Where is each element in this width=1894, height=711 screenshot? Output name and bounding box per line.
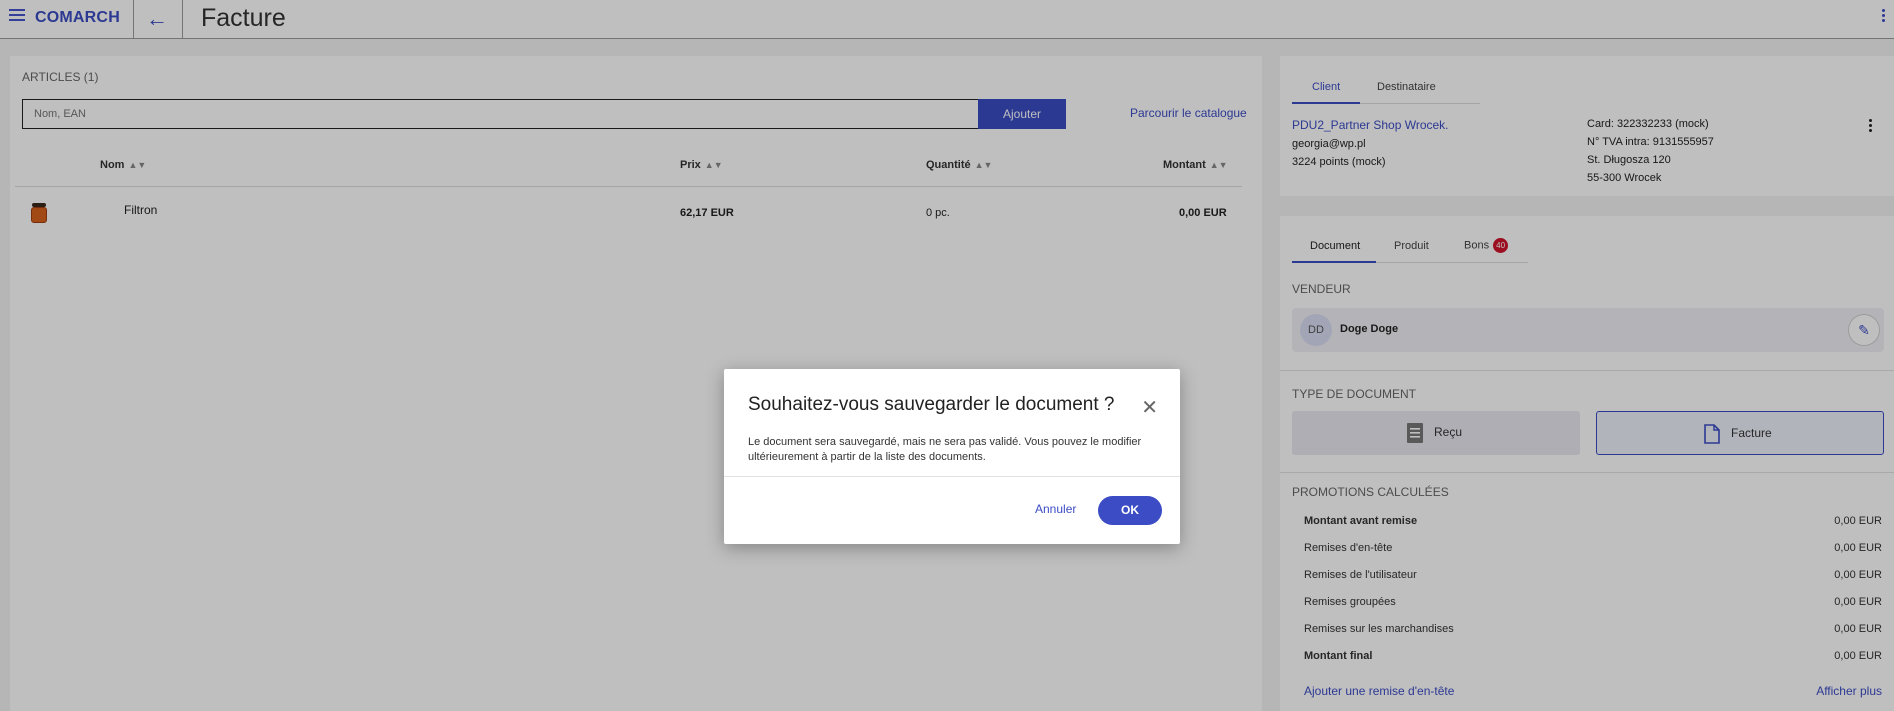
- dialog-divider: [724, 476, 1180, 477]
- dialog-message: Le document sera sauvegardé, mais ne ser…: [748, 436, 1142, 463]
- cancel-button[interactable]: Annuler: [1035, 502, 1076, 516]
- close-icon[interactable]: ✕: [1141, 395, 1158, 420]
- save-dialog: Souhaitez-vous sauvegarder le document ?…: [724, 369, 1180, 544]
- ok-button[interactable]: OK: [1098, 496, 1162, 525]
- dialog-title: Souhaitez-vous sauvegarder le document ?: [748, 394, 1115, 415]
- modal-backdrop[interactable]: [0, 0, 1894, 711]
